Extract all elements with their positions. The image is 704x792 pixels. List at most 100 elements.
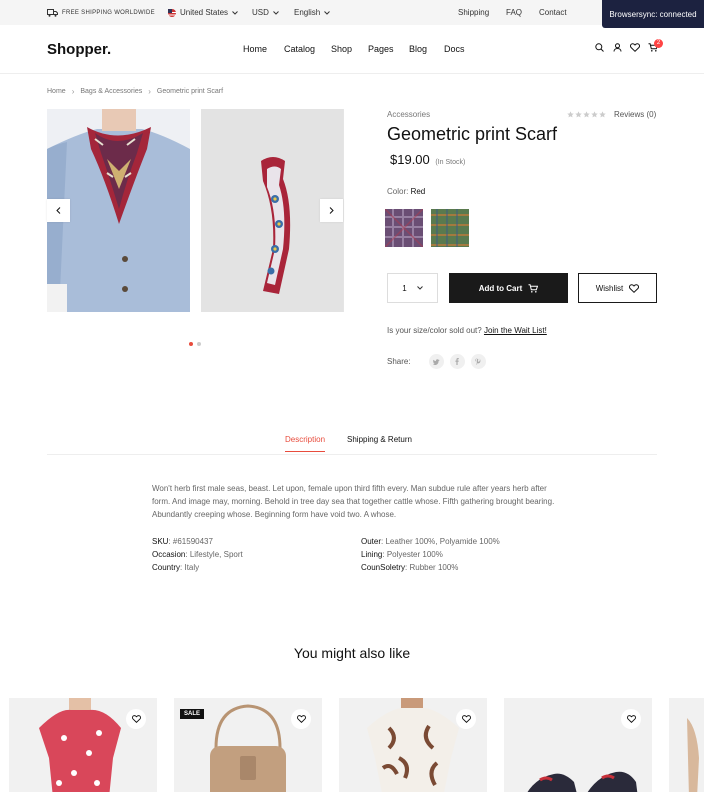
reviews-count: Reviews (0) <box>614 110 657 119</box>
facebook-glyph <box>455 358 459 365</box>
pinterest-icon[interactable] <box>470 354 486 369</box>
card-wishlist-button[interactable] <box>456 709 476 729</box>
card-wishlist-button[interactable] <box>291 709 311 729</box>
breadcrumb-category[interactable]: Bags & Accessories <box>80 88 142 95</box>
share-label: Share: <box>387 357 411 366</box>
gallery-dot-active[interactable] <box>189 342 193 346</box>
cart-icon <box>528 283 539 293</box>
heart-icon <box>626 715 636 723</box>
gallery-prev-button[interactable] <box>47 199 70 222</box>
add-to-cart-label: Add to Cart <box>478 283 523 293</box>
heart-icon <box>629 283 640 293</box>
heart-icon <box>461 715 471 723</box>
star-icon <box>591 111 598 118</box>
nav-home[interactable]: Home <box>243 44 267 54</box>
logo[interactable]: Shopper. <box>47 41 111 58</box>
country-selector[interactable]: United States <box>168 8 238 17</box>
related-card-sneakers[interactable] <box>504 698 652 792</box>
nav-pages[interactable]: Pages <box>368 44 394 54</box>
chevron-down-icon <box>416 286 423 290</box>
spec-lining: Lining: Polyester 100% <box>361 550 443 559</box>
gallery-next-button[interactable] <box>320 199 343 222</box>
tab-shipping-return[interactable]: Shipping & Return <box>347 435 412 444</box>
waitlist-link[interactable]: Join the Wait List! <box>484 326 547 335</box>
spec-value: #61590437 <box>172 537 213 546</box>
chevron-down-icon <box>273 10 279 15</box>
stock-status: (In Stock) <box>435 159 466 166</box>
card-wishlist-button[interactable] <box>621 709 641 729</box>
related-card-dress[interactable] <box>9 698 157 792</box>
add-to-cart-button[interactable]: Add to Cart <box>449 273 568 303</box>
spec-value: Italy <box>184 563 200 572</box>
truck-icon <box>47 9 58 17</box>
related-title: You might also like <box>293 645 411 661</box>
spec-value: Rubber 100% <box>409 563 459 572</box>
spec-key: SKU <box>152 537 169 546</box>
product-price-row: $19.00 (In Stock) <box>390 152 465 167</box>
product-title: Geometric print Scarf <box>387 124 558 144</box>
tab-description[interactable]: Description <box>285 435 326 452</box>
related-card-bag[interactable]: SALE <box>174 698 322 792</box>
color-label: Color: Red <box>387 187 425 196</box>
spec-sole: CounSoletry: Rubber 100% <box>361 563 459 572</box>
heart-icon <box>296 715 306 723</box>
product-category[interactable]: Accessories <box>387 110 430 119</box>
us-flag-icon <box>168 8 176 17</box>
main-header: Shopper. Home Catalog Shop Pages Blog Do… <box>0 25 704 74</box>
star-icon <box>575 111 582 118</box>
shipping-link[interactable]: Shipping <box>458 8 489 17</box>
wishlist-button[interactable]: Wishlist <box>578 273 657 303</box>
language-selector[interactable]: English <box>294 8 331 17</box>
share-row: Share: <box>387 354 486 369</box>
partial-product-image <box>669 698 704 792</box>
contact-link[interactable]: Contact <box>539 8 567 17</box>
star-icon <box>567 111 574 118</box>
free-shipping-text: Free shipping worldwide <box>62 10 155 16</box>
gallery-dot[interactable] <box>197 342 201 346</box>
spec-key: CounSoletry <box>361 563 406 572</box>
chevron-down-icon <box>232 10 238 15</box>
star-icon <box>583 111 590 118</box>
currency-label: USD <box>252 8 269 17</box>
nav-shop[interactable]: Shop <box>331 44 352 54</box>
color-swatch-green[interactable] <box>431 209 469 247</box>
nav-blog[interactable]: Blog <box>409 44 427 54</box>
heart-icon[interactable] <box>630 43 640 52</box>
product-reviews[interactable]: Reviews (0) <box>567 110 656 119</box>
chevron-down-icon <box>324 10 331 15</box>
currency-selector[interactable]: USD <box>252 8 279 17</box>
faq-link[interactable]: FAQ <box>506 8 522 17</box>
country-label: United States <box>180 8 229 17</box>
spec-list-right: Outer: Leather 100%, Polyamide 100% Lini… <box>361 535 500 574</box>
star-icon <box>599 111 606 118</box>
color-swatch-red[interactable] <box>385 209 423 247</box>
related-card-shirt[interactable] <box>339 698 487 792</box>
card-wishlist-button[interactable] <box>126 709 146 729</box>
spec-country: Country: Italy <box>152 563 200 572</box>
chevron-right-icon: › <box>148 87 151 96</box>
nav-docs[interactable]: Docs <box>444 44 465 54</box>
spec-value: Polyester 100% <box>386 550 443 559</box>
twitter-icon[interactable] <box>428 354 444 369</box>
spec-sku: SKU: #61590437 <box>152 537 213 546</box>
user-icon[interactable] <box>613 43 622 52</box>
pinterest-glyph <box>475 358 481 365</box>
search-icon[interactable] <box>595 43 604 52</box>
nav-catalog[interactable]: Catalog <box>284 44 315 54</box>
related-card-partial[interactable] <box>669 698 704 792</box>
quantity-select[interactable]: 1 <box>387 273 438 303</box>
spec-key: Country <box>152 563 181 572</box>
chevron-right-icon <box>329 207 334 214</box>
spec-occasion: Occasion: Lifestyle, Sport <box>152 550 243 559</box>
spec-key: Occasion <box>152 550 186 559</box>
top-bar: Free shipping worldwide United States US… <box>0 0 704 25</box>
browsersync-status: Browsersync: connected <box>602 0 704 28</box>
facebook-icon[interactable] <box>449 354 465 369</box>
waitlist-text: Is your size/color sold out? <box>387 326 482 335</box>
color-label-text: Color: <box>387 187 409 196</box>
spec-key: Outer <box>361 537 382 546</box>
language-label: English <box>294 8 321 17</box>
heart-icon <box>131 715 141 723</box>
breadcrumb-home[interactable]: Home <box>47 88 66 95</box>
cart-count-badge: 2 <box>654 39 663 48</box>
